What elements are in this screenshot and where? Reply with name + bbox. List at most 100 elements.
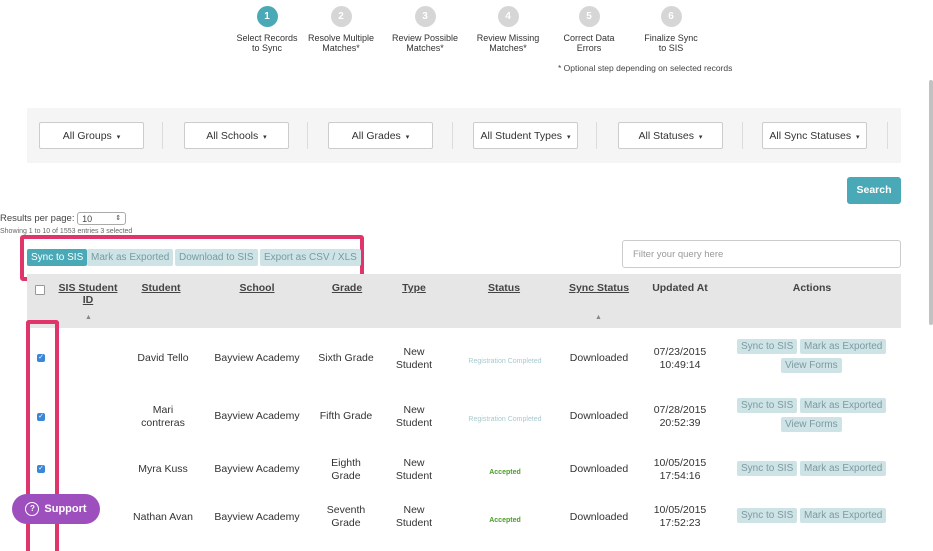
cell-sync-status: Downloaded — [569, 410, 629, 422]
updown-arrow-icon: ⇕ — [115, 215, 122, 222]
cell-sync-status: Downloaded — [569, 463, 629, 475]
table-row: ✓ Myra Kuss Bayview Academy Eighth Grade… — [27, 446, 901, 492]
row-view-forms-button[interactable]: View Forms — [781, 417, 842, 432]
step-3[interactable]: 3 Review Possible Matches* — [383, 6, 467, 53]
cell-type: New Student — [395, 346, 433, 371]
row-mark-as-exported-button[interactable]: Mark as Exported — [800, 398, 887, 413]
chevron-down-icon: ▾ — [263, 134, 267, 141]
grades-filter[interactable]: All Grades ▾ — [328, 122, 433, 149]
col-student-label: Student — [141, 282, 181, 294]
col-type-label: Type — [402, 282, 426, 294]
step-1[interactable]: 1 Select Records to Sync — [225, 6, 309, 53]
export-csv-xls-button[interactable]: Export as CSV / XLS — [260, 249, 361, 266]
results-per-page-select[interactable]: 10 ⇕ — [77, 212, 127, 225]
col-grade[interactable]: Grade — [317, 282, 377, 294]
row-sync-to-sis-button[interactable]: Sync to SIS — [737, 339, 798, 354]
sync-to-sis-button[interactable]: Sync to SIS — [27, 249, 88, 266]
col-sis-student-id-label: SIS Student ID — [58, 282, 118, 306]
row-sync-to-sis-button[interactable]: Sync to SIS — [737, 461, 798, 476]
student-types-filter[interactable]: All Student Types ▾ — [473, 122, 578, 149]
row-view-forms-button[interactable]: View Forms — [781, 358, 842, 373]
filter-divider — [596, 122, 597, 149]
cell-sync-status: Downloaded — [569, 511, 629, 523]
col-status-label: Status — [487, 282, 521, 294]
table-row: ✓ Mari contreras Bayview Academy Fifth G… — [27, 386, 901, 446]
step-5[interactable]: 5 Correct Data Errors — [547, 6, 631, 53]
wizard-steps: 1 Select Records to Sync 2 Resolve Multi… — [225, 6, 730, 86]
search-button[interactable]: Search — [847, 177, 901, 204]
cell-type: New Student — [395, 404, 433, 429]
row-mark-as-exported-button[interactable]: Mark as Exported — [800, 461, 887, 476]
cell-student: David Tello — [137, 352, 189, 364]
cell-type: New Student — [395, 457, 433, 482]
page-scrollbar[interactable] — [929, 80, 933, 325]
results-per-page-value: 10 — [82, 214, 93, 224]
cell-sync-status: Downloaded — [569, 352, 629, 364]
sync-statuses-filter-label: All Sync Statuses — [769, 130, 852, 142]
col-actions: Actions — [792, 282, 832, 294]
sort-asc-icon[interactable]: ▲ — [595, 314, 602, 321]
cell-student: Nathan Avan — [133, 511, 193, 523]
statuses-filter[interactable]: All Statuses ▾ — [618, 122, 723, 149]
step-number: 2 — [330, 6, 352, 27]
col-school-label: School — [239, 282, 275, 294]
cell-type: New Student — [395, 504, 433, 529]
step-number: 6 — [660, 6, 682, 27]
cell-updated-at: 10/05/2015 17:54:16 — [653, 457, 707, 482]
filter-query-input[interactable]: Filter your query here — [622, 240, 901, 268]
cell-updated-at: 10/05/2015 17:52:23 — [653, 504, 707, 529]
sync-statuses-filter[interactable]: All Sync Statuses ▾ — [762, 122, 867, 149]
step-4[interactable]: 4 Review Missing Matches* — [466, 6, 550, 53]
groups-filter[interactable]: All Groups ▾ — [39, 122, 144, 149]
step-2[interactable]: 2 Resolve Multiple Matches* — [299, 6, 383, 53]
col-type[interactable]: Type — [387, 282, 441, 294]
showing-entries: Showing 1 to 10 of 1553 entries 3 select… — [0, 228, 133, 235]
select-all-checkbox[interactable] — [35, 285, 45, 295]
step-6[interactable]: 6 Finalize Sync to SIS — [629, 6, 713, 53]
chevron-down-icon: ▾ — [405, 134, 410, 141]
cell-grade: Seventh Grade — [326, 504, 366, 529]
row-sync-to-sis-button[interactable]: Sync to SIS — [737, 398, 798, 413]
schools-filter-label: All Schools — [206, 130, 259, 142]
optional-step-note: * Optional step depending on selected re… — [558, 63, 733, 73]
cell-grade: Fifth Grade — [319, 410, 373, 422]
student-types-filter-label: All Student Types — [480, 130, 563, 142]
mark-as-exported-button[interactable]: Mark as Exported — [87, 249, 174, 266]
col-school[interactable]: School — [217, 282, 297, 294]
row-sync-to-sis-button[interactable]: Sync to SIS — [737, 508, 798, 523]
cell-status: Registration Completed — [468, 358, 542, 365]
chevron-down-icon: ▾ — [566, 134, 571, 141]
support-button[interactable]: ? Support — [12, 494, 100, 524]
cell-updated-at: 07/28/2015 20:52:39 — [653, 404, 707, 429]
row-mark-as-exported-button[interactable]: Mark as Exported — [800, 508, 887, 523]
schools-filter[interactable]: All Schools ▾ — [184, 122, 289, 149]
step-number: 5 — [578, 6, 600, 27]
cell-school: Bayview Academy — [214, 352, 300, 364]
download-to-sis-button[interactable]: Download to SIS — [175, 249, 258, 266]
filter-bar: All Groups ▾ All Schools ▾ All Grades ▾ … — [27, 108, 901, 163]
step-number: 4 — [497, 6, 519, 27]
col-sis-student-id[interactable]: SIS Student ID — [57, 282, 119, 306]
chevron-down-icon: ▾ — [698, 134, 703, 141]
filter-divider — [452, 122, 453, 149]
row-mark-as-exported-button[interactable]: Mark as Exported — [800, 339, 887, 354]
cell-grade: Eighth Grade — [331, 457, 361, 482]
filter-divider — [742, 122, 743, 149]
col-status[interactable]: Status — [467, 282, 541, 294]
step-label: Finalize Sync to SIS — [644, 33, 698, 53]
filter-divider — [887, 122, 888, 149]
col-sync-status[interactable]: Sync Status — [563, 282, 635, 294]
chevron-down-icon: ▾ — [856, 134, 860, 141]
cell-grade: Sixth Grade — [318, 352, 374, 364]
table-header: SIS Student ID ▲ Student School Grade Ty… — [27, 274, 901, 328]
col-sync-status-label: Sync Status — [568, 282, 630, 294]
col-student[interactable]: Student — [131, 282, 191, 294]
cell-updated-at: 07/23/2015 10:49:14 — [653, 346, 707, 371]
table-row: ✓ David Tello Bayview Academy Sixth Grad… — [27, 328, 901, 386]
results-per-page: Results per page: 10 ⇕ — [0, 212, 127, 225]
sort-asc-icon[interactable]: ▲ — [85, 314, 92, 321]
groups-filter-label: All Groups — [62, 130, 112, 142]
table-row: Nathan Avan Bayview Academy Seventh Grad… — [27, 492, 901, 551]
col-grade-label: Grade — [331, 282, 363, 294]
step-number: 3 — [414, 6, 436, 27]
